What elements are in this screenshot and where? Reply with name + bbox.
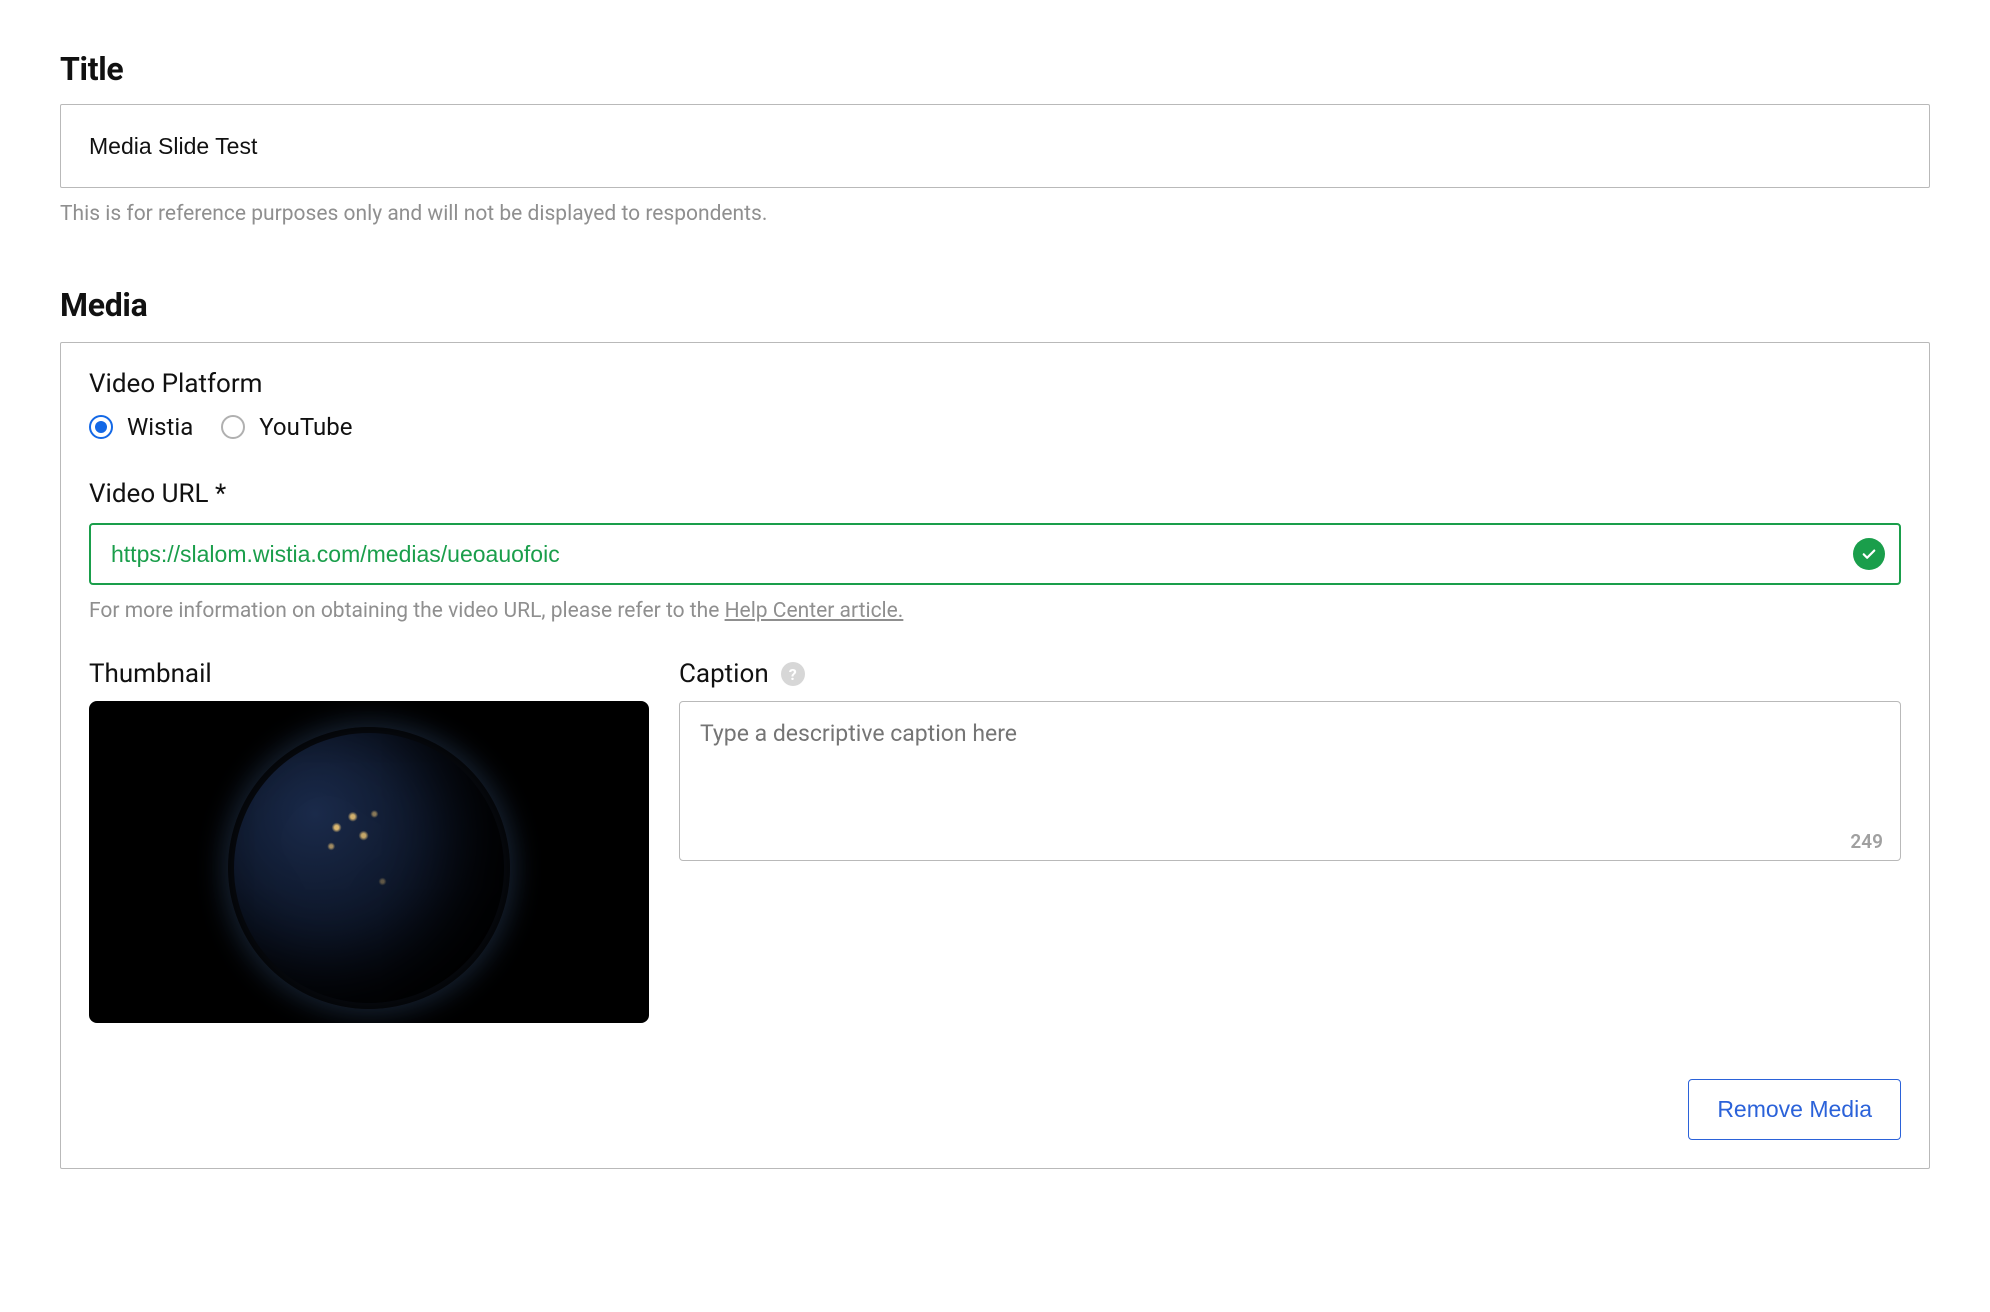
- radio-label-wistia: Wistia: [127, 413, 193, 441]
- thumbnail-column: Thumbnail: [89, 659, 649, 1023]
- title-heading: Title: [60, 50, 1930, 88]
- caption-column: Caption ? 249: [679, 659, 1901, 865]
- button-row: Remove Media: [89, 1079, 1901, 1140]
- thumbnail-preview[interactable]: [89, 701, 649, 1023]
- thumbnail-caption-row: Thumbnail Caption ? 249: [89, 659, 1901, 1023]
- radio-icon: [221, 415, 245, 439]
- help-center-link[interactable]: Help Center article.: [725, 599, 904, 623]
- video-url-input[interactable]: [109, 540, 1853, 569]
- remove-media-button[interactable]: Remove Media: [1688, 1079, 1901, 1140]
- video-platform-radio-group: Wistia YouTube: [89, 413, 1901, 441]
- thumbnail-image-earth: [234, 733, 504, 1003]
- radio-option-youtube[interactable]: YouTube: [221, 413, 352, 441]
- page-root: Title This is for reference purposes onl…: [0, 0, 1990, 1312]
- thumbnail-label: Thumbnail: [89, 659, 649, 689]
- help-icon[interactable]: ?: [781, 662, 805, 686]
- media-panel: Video Platform Wistia YouTube Video URL …: [60, 342, 1930, 1169]
- video-url-help: For more information on obtaining the vi…: [89, 599, 1901, 623]
- radio-label-youtube: YouTube: [259, 413, 352, 441]
- valid-check-icon: [1853, 538, 1885, 570]
- title-input[interactable]: [60, 104, 1930, 188]
- caption-label: Caption: [679, 659, 769, 689]
- radio-icon: [89, 415, 113, 439]
- video-url-label: Video URL *: [89, 479, 1901, 509]
- video-url-field[interactable]: [89, 523, 1901, 585]
- caption-char-counter: 249: [1850, 830, 1883, 853]
- video-platform-label: Video Platform: [89, 369, 1901, 399]
- radio-option-wistia[interactable]: Wistia: [89, 413, 193, 441]
- caption-textarea[interactable]: [679, 701, 1901, 861]
- title-help-text: This is for reference purposes only and …: [60, 202, 1930, 226]
- video-url-help-prefix: For more information on obtaining the vi…: [89, 599, 725, 623]
- caption-header: Caption ?: [679, 659, 1901, 689]
- media-heading: Media: [60, 286, 1930, 324]
- caption-wrap: 249: [679, 701, 1901, 865]
